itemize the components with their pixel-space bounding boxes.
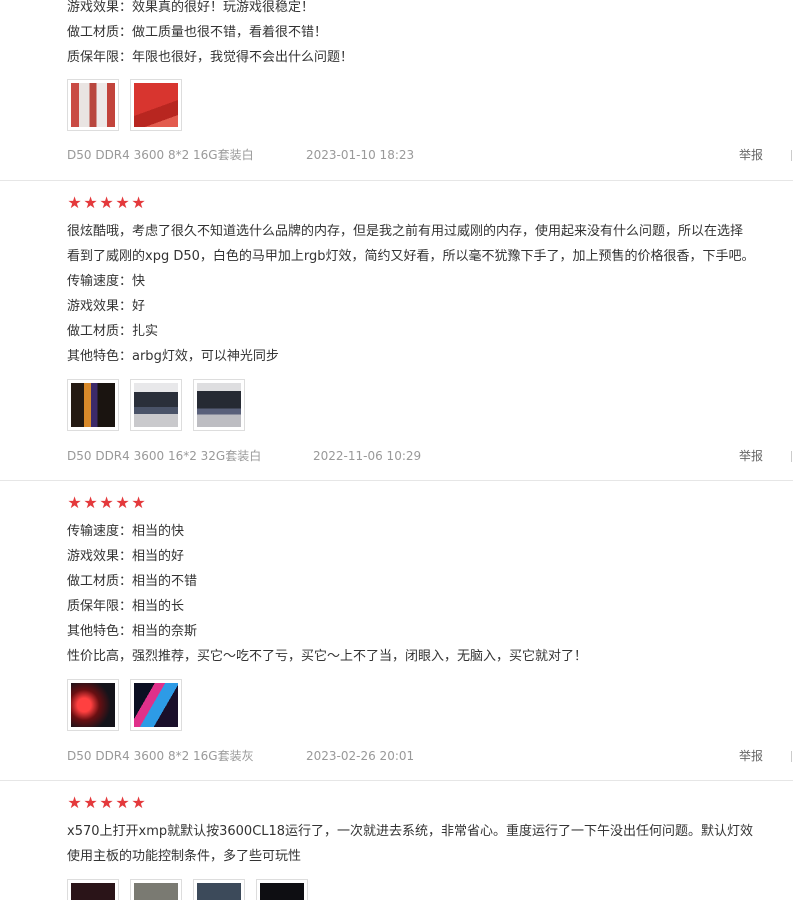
review-image-thumbnail[interactable] bbox=[193, 879, 245, 900]
review-image-thumbnail[interactable] bbox=[130, 79, 182, 131]
review-image-thumbnail[interactable] bbox=[67, 679, 119, 731]
divider bbox=[791, 751, 792, 762]
review-image-thumbnail[interactable] bbox=[193, 379, 245, 431]
report-link[interactable]: 举报 bbox=[739, 747, 763, 765]
review-content: x570上打开xmp就默认按3600CL18运行了，一次就进去系统，非常省心。重… bbox=[67, 819, 793, 869]
photo-desk-setup bbox=[134, 383, 178, 427]
product-spec: D50 DDR4 3600 8*2 16G套装灰 bbox=[67, 749, 254, 763]
product-spec: D50 DDR4 3600 8*2 16G套装白 bbox=[67, 148, 254, 162]
star-icon: ★ bbox=[67, 493, 82, 512]
star-icon: ★ bbox=[99, 793, 114, 812]
star-icon: ★ bbox=[115, 793, 130, 812]
review-line: 做工材质：做工质量也很不错，看着很不错！ bbox=[67, 25, 328, 40]
review-line: x570上打开xmp就默认按3600CL18运行了，一次就进去系统，非常省心。重… bbox=[67, 824, 754, 839]
review-line: 传输速度：快 bbox=[67, 274, 146, 289]
review-line: 游戏效果：相当的好 bbox=[67, 549, 185, 564]
photo-white-ram-box bbox=[71, 83, 115, 127]
photo-pc-case-rgb bbox=[134, 683, 178, 727]
divider bbox=[791, 451, 792, 462]
review-line: 游戏效果：效果真的很好！玩游戏很稳定！ bbox=[67, 0, 315, 15]
star-rating: ★ ★ ★ ★ ★ bbox=[67, 793, 146, 812]
review-line: 看到了威刚的xpg D50，白色的马甲加上rgb灯效，简约又好看，所以毫不犹豫下… bbox=[67, 249, 755, 264]
product-spec: D50 DDR4 3600 16*2 32G套装白 bbox=[67, 449, 262, 463]
review-item: ★ ★ ★ ★ ★ 传输速度：相当的快 游戏效果：相当的好 做工材质：相当的不错… bbox=[0, 481, 793, 781]
star-icon: ★ bbox=[131, 493, 146, 512]
review-content: 传输速度：相当的快 游戏效果：相当的好 做工材质：相当的不错 质保年限：相当的长… bbox=[67, 519, 793, 669]
photo-dark-4 bbox=[260, 883, 304, 900]
review-images bbox=[67, 79, 182, 131]
star-icon: ★ bbox=[115, 193, 130, 212]
photo-board-2 bbox=[134, 883, 178, 900]
review-line: 性价比高，强烈推荐，买它～吃不了亏，买它～上不了当，闭眼入，无脑入，买它就对了！ bbox=[67, 649, 588, 664]
photo-board-3 bbox=[197, 883, 241, 900]
review-date: 2023-01-10 18:23 bbox=[306, 148, 415, 162]
review-image-thumbnail[interactable] bbox=[130, 679, 182, 731]
photo-rgb-ram-closeup bbox=[71, 383, 115, 427]
review-line: 传输速度：相当的快 bbox=[67, 524, 185, 539]
photo-dark-1 bbox=[71, 883, 115, 900]
review-image-thumbnail[interactable] bbox=[130, 879, 182, 900]
review-content: 很炫酷哦，考虑了很久不知道选什么品牌的内存，但是我之前有用过威刚的内存，使用起来… bbox=[67, 219, 793, 369]
star-icon: ★ bbox=[131, 793, 146, 812]
star-icon: ★ bbox=[115, 493, 130, 512]
review-images bbox=[67, 879, 308, 900]
review-image-thumbnail[interactable] bbox=[130, 379, 182, 431]
review-line: 质保年限：年限也很好，我觉得不会出什么问题！ bbox=[67, 50, 354, 65]
photo-pc-case-red-glow bbox=[71, 683, 115, 727]
review-content: 游戏效果：效果真的很好！玩游戏很稳定！ 做工材质：做工质量也很不错，看着很不错！… bbox=[67, 0, 793, 70]
photo-desk-setup-2 bbox=[197, 383, 241, 427]
review-line: 使用主板的功能控制条件，多了些可玩性 bbox=[67, 849, 302, 864]
star-icon: ★ bbox=[99, 493, 114, 512]
review-item: 游戏效果：效果真的很好！玩游戏很稳定！ 做工材质：做工质量也很不错，看着很不错！… bbox=[0, 0, 793, 181]
review-meta: D50 DDR4 3600 16*2 32G套装白 2022-11-06 10:… bbox=[67, 447, 793, 465]
star-icon: ★ bbox=[83, 193, 98, 212]
star-icon: ★ bbox=[99, 193, 114, 212]
star-rating: ★ ★ ★ ★ ★ bbox=[67, 493, 146, 512]
review-line: 做工材质：相当的不错 bbox=[67, 574, 198, 589]
review-line: 做工材质：扎实 bbox=[67, 324, 159, 339]
star-rating: ★ ★ ★ ★ ★ bbox=[67, 193, 146, 212]
star-icon: ★ bbox=[67, 193, 82, 212]
report-link[interactable]: 举报 bbox=[739, 146, 763, 164]
review-line: 游戏效果：好 bbox=[67, 299, 146, 314]
review-images bbox=[67, 379, 245, 431]
review-date: 2023-02-26 20:01 bbox=[306, 749, 415, 763]
review-date: 2022-11-06 10:29 bbox=[313, 449, 422, 463]
star-icon: ★ bbox=[83, 793, 98, 812]
review-image-thumbnail[interactable] bbox=[67, 879, 119, 900]
review-images bbox=[67, 679, 182, 731]
review-image-thumbnail[interactable] bbox=[67, 379, 119, 431]
review-item: ★ ★ ★ ★ ★ 很炫酷哦，考虑了很久不知道选什么品牌的内存，但是我之前有用过… bbox=[0, 181, 793, 481]
report-link[interactable]: 举报 bbox=[739, 447, 763, 465]
review-line: 其他特色：arbg灯效，可以神光同步 bbox=[67, 349, 279, 364]
review-line: 质保年限：相当的长 bbox=[67, 599, 185, 614]
review-line: 其他特色：相当的奈斯 bbox=[67, 624, 198, 639]
divider bbox=[791, 150, 792, 161]
star-icon: ★ bbox=[67, 793, 82, 812]
review-image-thumbnail[interactable] bbox=[256, 879, 308, 900]
review-meta: D50 DDR4 3600 8*2 16G套装白 2023-01-10 18:2… bbox=[67, 146, 793, 164]
review-image-thumbnail[interactable] bbox=[67, 79, 119, 131]
review-item: ★ ★ ★ ★ ★ x570上打开xmp就默认按3600CL18运行了，一次就进… bbox=[0, 781, 793, 900]
review-line: 很炫酷哦，考虑了很久不知道选什么品牌的内存，但是我之前有用过威刚的内存，使用起来… bbox=[67, 224, 744, 239]
photo-red-packaging bbox=[134, 83, 178, 127]
review-meta: D50 DDR4 3600 8*2 16G套装灰 2023-02-26 20:0… bbox=[67, 747, 793, 765]
star-icon: ★ bbox=[131, 193, 146, 212]
star-icon: ★ bbox=[83, 493, 98, 512]
